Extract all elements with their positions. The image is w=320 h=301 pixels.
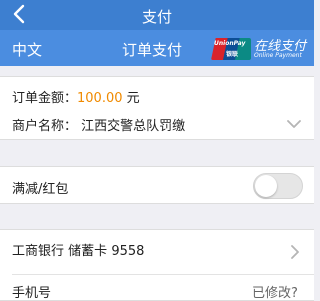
card-number: 9558 bbox=[111, 244, 145, 259]
unionpay-logo: UnionPay 银联 bbox=[211, 38, 251, 60]
page-title: 支付 bbox=[141, 8, 172, 26]
toggle-knob bbox=[255, 175, 277, 197]
navigation-bar: 支付 bbox=[0, 0, 314, 30]
phone-modified-link[interactable]: 已修改? bbox=[252, 282, 298, 301]
merchant-label: 商户名称： bbox=[12, 119, 78, 134]
online-payment-subtitle: Online Payment bbox=[254, 52, 302, 59]
phone-label: 手机号 bbox=[12, 286, 52, 301]
bank-card-row[interactable]: 工商银行 储蓄卡 9558 bbox=[12, 240, 144, 259]
discount-toggle[interactable] bbox=[253, 173, 303, 199]
merchant-row[interactable]: 商户名称： 江西交警总队罚缴 bbox=[12, 115, 185, 134]
chevron-right-icon[interactable] bbox=[290, 244, 300, 260]
bank-name: 工商银行 bbox=[12, 244, 65, 259]
order-pay-title: 订单支付 bbox=[122, 41, 183, 59]
discount-card: 满减/红包 bbox=[0, 166, 314, 204]
card-type: 储蓄卡 bbox=[68, 244, 108, 259]
order-info-card: 订单金额：100.00 元 商户名称： 江西交警总队罚缴 bbox=[0, 76, 314, 140]
payment-card: 工商银行 储蓄卡 9558 手机号 已修改? bbox=[0, 229, 314, 301]
payment-header: 中文 订单支付 UnionPay 银联 在线支付 Online Payment bbox=[0, 30, 314, 66]
order-amount-row: 订单金额：100.00 元 bbox=[12, 87, 140, 106]
order-amount-unit: 元 bbox=[126, 91, 140, 106]
row-divider bbox=[12, 274, 314, 275]
language-switch[interactable]: 中文 bbox=[12, 39, 42, 60]
order-amount-value: 100.00 bbox=[77, 91, 123, 106]
order-amount-label: 订单金额： bbox=[12, 91, 78, 106]
discount-label: 满减/红包 bbox=[12, 182, 69, 197]
merchant-name: 江西交警总队罚缴 bbox=[81, 119, 186, 134]
chevron-down-icon[interactable] bbox=[286, 119, 302, 129]
